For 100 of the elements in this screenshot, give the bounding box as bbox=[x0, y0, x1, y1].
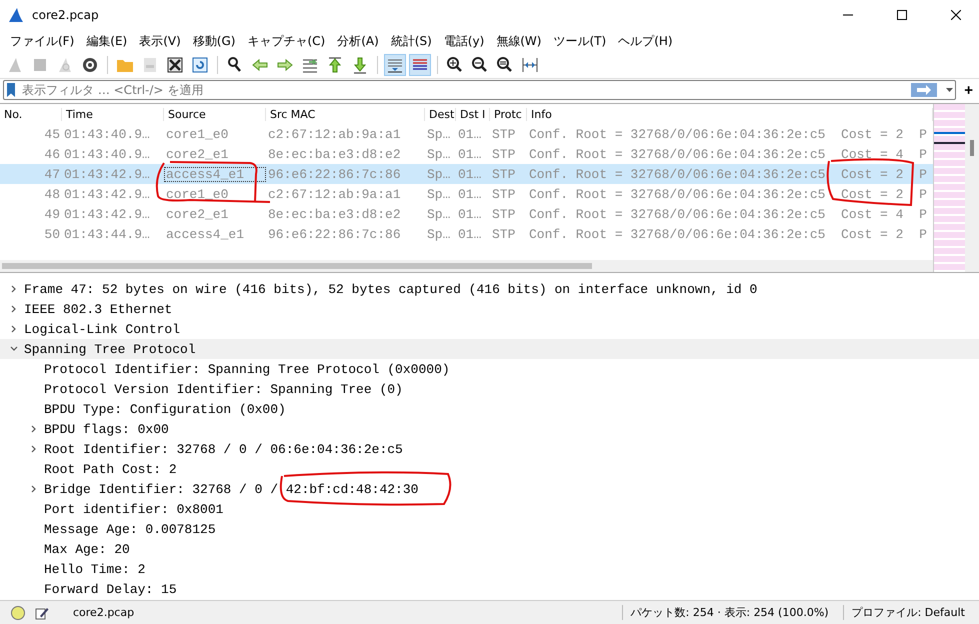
left-arrow-icon bbox=[251, 56, 269, 74]
add-filter-button[interactable]: + bbox=[962, 82, 975, 98]
horizontal-scrollbar[interactable] bbox=[0, 260, 933, 272]
menu-item[interactable]: ファイル(F) bbox=[4, 32, 80, 50]
menu-item[interactable]: 表示(V) bbox=[133, 32, 187, 50]
detail-line[interactable]: Forward Delay: 15 bbox=[44, 582, 177, 596]
expand-chevron-icon[interactable] bbox=[10, 325, 18, 333]
table-cell-text: STP bbox=[491, 126, 516, 142]
detail-line[interactable]: Max Age: 20 bbox=[44, 542, 130, 556]
edit-comment-icon[interactable] bbox=[35, 606, 49, 620]
expand-chevron-icon[interactable] bbox=[30, 425, 38, 433]
table-cell-text: 8e:ec:ba:e3:d8:e2 bbox=[267, 206, 402, 222]
restart-fin-icon bbox=[56, 56, 74, 74]
column-header[interactable]: Src MAC bbox=[266, 108, 425, 120]
expand-chevron-icon[interactable] bbox=[30, 485, 38, 493]
reload-icon bbox=[191, 56, 209, 74]
table-cell-text: Sp… bbox=[426, 206, 452, 222]
status-indicator-icon[interactable] bbox=[11, 606, 25, 620]
table-cell-text: STP bbox=[491, 186, 516, 202]
detail-line[interactable]: Frame 47: 52 bytes on wire (416 bits), 52 bytes captured (416 bits) on interface unknown, id 0 bbox=[24, 282, 758, 296]
table-cell-text: Conf. Root = 32768/0/06:6e:04:36:2e:c5 Cost = 2 P bbox=[528, 126, 928, 142]
detail-line[interactable]: Protocol Identifier: Spanning Tree Protocol (0x0000) bbox=[44, 362, 450, 376]
menu-item[interactable]: キャプチャ(C) bbox=[241, 32, 332, 50]
table-cell-text: STP bbox=[491, 166, 516, 182]
detail-line[interactable]: Spanning Tree Protocol bbox=[24, 342, 196, 356]
table-cell-text: 45 bbox=[43, 126, 61, 142]
table-cell-text: Sp… bbox=[426, 186, 452, 202]
table-cell-text: 8e:ec:ba:e3:d8:e2 bbox=[267, 146, 402, 162]
colorize-button[interactable] bbox=[409, 54, 431, 76]
packet-minimap[interactable] bbox=[933, 104, 966, 272]
column-header[interactable]: Source bbox=[164, 108, 266, 120]
table-cell-text: Conf. Root = 32768/0/06:6e:04:36:2e:c5 Cost = 2 P bbox=[528, 166, 928, 182]
caret-icon bbox=[946, 88, 953, 92]
display-filter-field[interactable]: 表示フィルタ … <Ctrl-/> を適用 bbox=[18, 83, 912, 97]
table-cell-text: 01… bbox=[457, 166, 482, 182]
column-header[interactable]: Dst I bbox=[456, 108, 490, 120]
menu-item[interactable]: 無線(W) bbox=[490, 32, 548, 50]
autoscroll-button[interactable] bbox=[384, 54, 406, 76]
expand-chevron-icon[interactable] bbox=[30, 445, 38, 453]
table-cell-text: 01:43:40.9… bbox=[63, 126, 151, 142]
bookmark-icon[interactable] bbox=[7, 83, 15, 97]
table-cell-text: 46 bbox=[43, 146, 61, 162]
table-cell-text: access4_e1 bbox=[165, 226, 246, 242]
zoom-out-icon bbox=[471, 56, 489, 74]
zoom-in-icon bbox=[446, 56, 464, 74]
table-cell-text: 01… bbox=[457, 226, 482, 242]
expand-chevron-icon[interactable] bbox=[10, 305, 18, 313]
display-filter-bar[interactable]: 表示フィルタ … <Ctrl-/> を適用 bbox=[3, 80, 956, 100]
profile-label[interactable]: プロファイル: Default bbox=[842, 605, 979, 620]
collapse-chevron-icon[interactable] bbox=[10, 345, 18, 353]
table-cell-text: 01… bbox=[457, 206, 482, 222]
column-header[interactable]: Time bbox=[62, 108, 164, 120]
app-fin-icon bbox=[8, 7, 24, 23]
table-cell-text: 50 bbox=[43, 226, 61, 242]
detail-line[interactable]: Protocol Version Identifier: Spanning Tree (0) bbox=[44, 382, 403, 396]
menu-item[interactable]: 統計(S) bbox=[384, 32, 438, 50]
expand-chevron-icon[interactable] bbox=[10, 285, 18, 293]
window-title: core2.pcap bbox=[32, 8, 100, 22]
table-cell-text: Conf. Root = 32768/0/06:6e:04:36:2e:c5 Cost = 4 P bbox=[528, 206, 928, 222]
menu-item[interactable]: 電話(y) bbox=[438, 32, 490, 50]
table-cell-text: core1_e0 bbox=[165, 186, 230, 202]
detail-line[interactable]: Hello Time: 2 bbox=[44, 562, 146, 576]
menu-item[interactable]: 分析(A) bbox=[331, 32, 385, 50]
detail-line[interactable]: Port identifier: 0x8001 bbox=[44, 502, 224, 516]
right-arrow-icon bbox=[276, 56, 294, 74]
table-cell-text: Sp… bbox=[426, 166, 452, 182]
table-cell-text: 01… bbox=[457, 146, 482, 162]
menu-item[interactable]: 移動(G) bbox=[186, 32, 242, 50]
menu-item[interactable]: ヘルプ(H) bbox=[612, 32, 679, 50]
detail-line[interactable]: Root Path Cost: 2 bbox=[44, 462, 177, 476]
resize-columns-icon bbox=[521, 56, 539, 74]
detail-line[interactable]: IEEE 802.3 Ethernet bbox=[24, 302, 172, 316]
detail-line[interactable]: Message Age: 0.0078125 bbox=[44, 522, 216, 536]
table-cell-text: 01… bbox=[457, 186, 482, 202]
detail-line[interactable]: BPDU Type: Configuration (0x00) bbox=[44, 402, 286, 416]
table-cell-text: Sp… bbox=[426, 146, 452, 162]
column-header[interactable]: No. bbox=[0, 108, 62, 120]
table-cell-text: 01:43:42.9… bbox=[63, 206, 151, 222]
column-header[interactable]: Protc bbox=[490, 108, 527, 120]
table-cell-text: 49 bbox=[43, 206, 61, 222]
up-arrow-icon bbox=[326, 56, 344, 74]
table-cell-text: STP bbox=[491, 146, 516, 162]
down-arrow-icon bbox=[351, 56, 369, 74]
detail-line[interactable]: Root Identifier: 32768 / 0 / 06:6e:04:36:2e:c5 bbox=[44, 442, 403, 456]
detail-line[interactable]: Bridge Identifier: 32768 / 0 / 42:bf:cd:48:42:30 bbox=[44, 482, 418, 496]
binary-file-icon bbox=[141, 56, 159, 74]
table-cell-text: core2_e1 bbox=[165, 206, 230, 222]
detail-line[interactable]: Logical-Link Control bbox=[24, 322, 180, 336]
menu-item[interactable]: ツール(T) bbox=[547, 32, 612, 50]
vertical-scrollbar[interactable] bbox=[965, 104, 979, 272]
close-icon bbox=[951, 10, 961, 20]
menu-item[interactable]: 編集(E) bbox=[80, 32, 134, 50]
detail-line[interactable]: BPDU flags: 0x00 bbox=[44, 422, 169, 436]
table-cell-text: 96:e6:22:86:7c:86 bbox=[267, 166, 402, 182]
table-cell-text: 48 bbox=[43, 186, 61, 202]
table-cell-text: 01:43:40.9… bbox=[63, 146, 151, 162]
column-header[interactable]: Dest bbox=[425, 108, 456, 120]
table-cell-text: 01:43:42.9… bbox=[63, 166, 151, 182]
table-cell-text: 47 bbox=[43, 166, 61, 182]
table-cell: access4_e1 bbox=[164, 166, 266, 182]
